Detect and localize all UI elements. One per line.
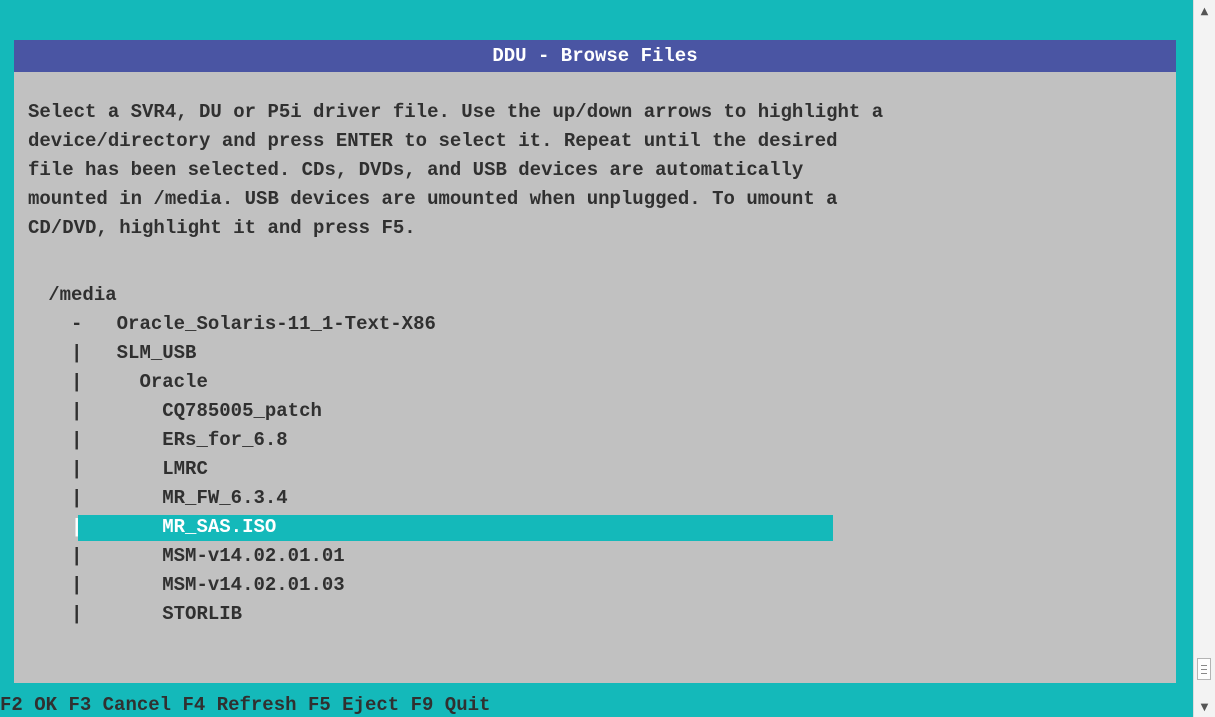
triangle-up-icon[interactable]: ▲ (1194, 6, 1215, 17)
tree-item-label: MR_SAS.ISO (162, 516, 277, 538)
tree-item-label: STORLIB (162, 603, 243, 625)
tree-item[interactable]: | CQ785005_patch (14, 397, 1176, 426)
tree-item-label: CQ785005_patch (162, 400, 322, 422)
tree-connector: | (71, 458, 83, 480)
tree-item[interactable]: | MR_FW_6.3.4 (14, 484, 1176, 513)
browse-files-dialog: DDU - Browse Files Select a SVR4, DU or … (14, 40, 1176, 683)
tree-connector: | (71, 342, 83, 364)
fkey-f2[interactable]: F2 (0, 694, 23, 716)
instruction-line: CD/DVD, highlight it and press F5. (28, 217, 416, 239)
tree-root[interactable]: /media (14, 281, 1176, 310)
tree-item-label: LMRC (162, 458, 208, 480)
tree-connector: | (71, 429, 83, 451)
grip-lines-icon[interactable] (1197, 658, 1211, 680)
fkey-f9[interactable]: F9 (411, 694, 434, 716)
instructions-text: Select a SVR4, DU or P5i driver file. Us… (28, 98, 1168, 243)
instruction-line: file has been selected. CDs, DVDs, and U… (28, 159, 804, 181)
tree-item[interactable]: - Oracle_Solaris-11_1-Text-X86 (14, 310, 1176, 339)
tree-connector: | (71, 371, 83, 393)
tree-connector: | (71, 400, 83, 422)
tree-connector: | (71, 516, 83, 538)
fkey-f5[interactable]: F5 (308, 694, 331, 716)
tree-item-label: Oracle (139, 371, 208, 393)
fkey-action-label: OK (34, 694, 58, 716)
function-key-bar: F2 OK F3 Cancel F4 Refresh F5 Eject F9 Q… (0, 694, 1193, 717)
terminal-console: DDU - Browse Files Select a SVR4, DU or … (0, 0, 1193, 717)
instruction-line: mounted in /media. USB devices are umoun… (28, 188, 838, 210)
file-tree: /media - Oracle_Solaris-11_1-Text-X86 | … (14, 281, 1176, 629)
tree-item[interactable]: | ERs_for_6.8 (14, 426, 1176, 455)
fkey-action-label: Refresh (216, 694, 297, 716)
tree-item-label: Oracle_Solaris-11_1-Text-X86 (116, 313, 436, 335)
tree-connector: | (71, 603, 83, 625)
tree-item-label: MSM-v14.02.01.01 (162, 545, 345, 567)
dialog-title: DDU - Browse Files (14, 40, 1176, 72)
tree-item[interactable]: | SLM_USB (14, 339, 1176, 368)
fkey-f3[interactable]: F3 (68, 694, 91, 716)
tree-connector: | (71, 545, 83, 567)
tree-item[interactable]: | MSM-v14.02.01.03 (14, 571, 1176, 600)
tree-item[interactable]: | LMRC (14, 455, 1176, 484)
tree-connector: | (71, 487, 83, 509)
tree-item-label: MR_FW_6.3.4 (162, 487, 288, 509)
instruction-line: Select a SVR4, DU or P5i driver file. Us… (28, 101, 884, 123)
fkey-action-label: Quit (444, 694, 491, 716)
fkey-action-label: Eject (342, 694, 400, 716)
tree-item-label: MSM-v14.02.01.03 (162, 574, 345, 596)
instruction-line: device/directory and press ENTER to sele… (28, 130, 838, 152)
tree-connector: - (71, 313, 83, 335)
vertical-scrollbar[interactable]: ▲ ▼ (1193, 0, 1215, 717)
tree-item-selected[interactable]: | MR_SAS.ISO (14, 513, 1176, 542)
fkey-action-label: Cancel (102, 694, 172, 716)
triangle-down-icon[interactable]: ▼ (1194, 702, 1215, 713)
tree-item[interactable]: | STORLIB (14, 600, 1176, 629)
tree-connector: | (71, 574, 83, 596)
tree-item[interactable]: | Oracle (14, 368, 1176, 397)
tree-item-label: ERs_for_6.8 (162, 429, 288, 451)
tree-item[interactable]: | MSM-v14.02.01.01 (14, 542, 1176, 571)
tree-root-label: /media (48, 284, 117, 306)
tree-item-label: SLM_USB (116, 342, 197, 364)
fkey-f4[interactable]: F4 (182, 694, 205, 716)
